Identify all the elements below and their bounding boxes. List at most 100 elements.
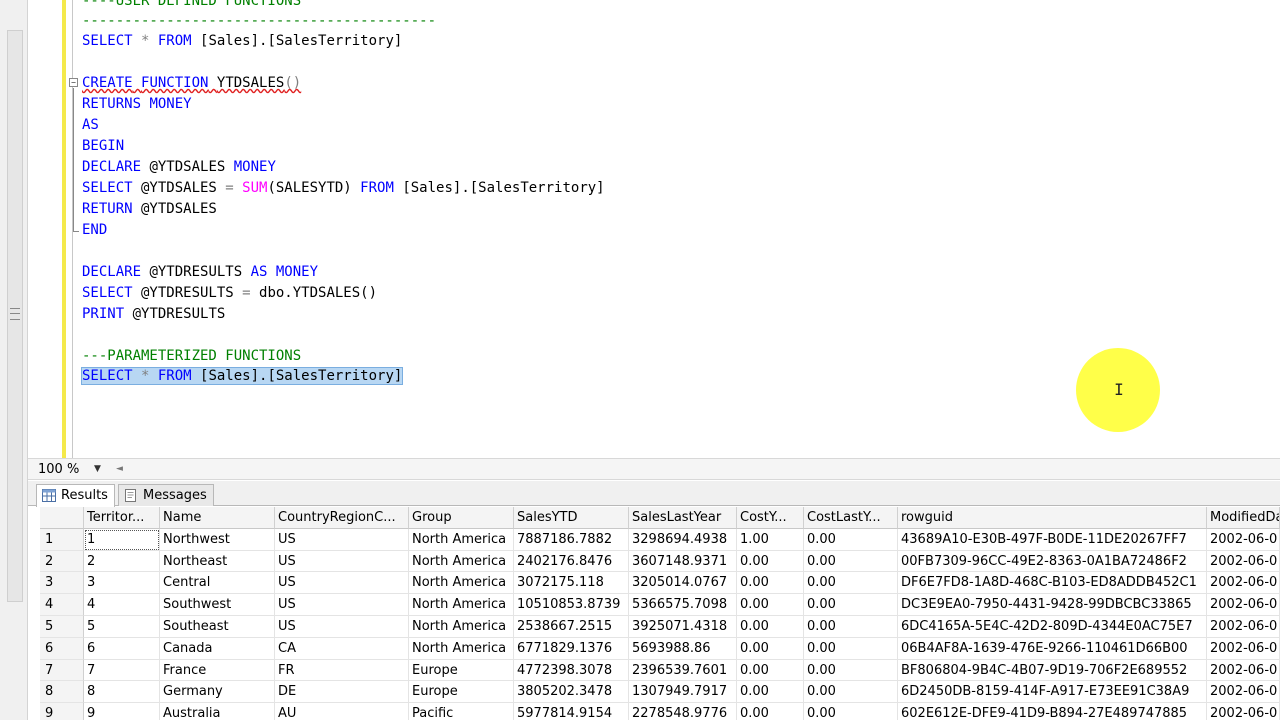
- table-cell[interactable]: 3: [84, 572, 160, 595]
- table-cell[interactable]: 3925071.4318: [629, 616, 737, 638]
- table-cell[interactable]: 5366575.7098: [629, 594, 737, 616]
- table-cell[interactable]: 5977814.9154: [514, 703, 629, 720]
- table-cell[interactable]: Canada: [160, 637, 275, 660]
- table-cell[interactable]: 3205014.0767: [629, 572, 737, 595]
- row-number[interactable]: 5: [40, 616, 84, 638]
- table-cell[interactable]: Central: [160, 572, 275, 595]
- table-cell[interactable]: 0.00: [737, 572, 804, 595]
- table-cell[interactable]: BF806804-9B4C-4B07-9D19-706F2E689552: [898, 659, 1207, 682]
- table-cell[interactable]: 4: [84, 594, 160, 616]
- table-cell[interactable]: 5: [84, 616, 160, 638]
- table-cell[interactable]: 6: [84, 637, 160, 660]
- table-cell[interactable]: 0.00: [737, 637, 804, 660]
- row-number[interactable]: 3: [40, 572, 84, 595]
- scroll-left-icon[interactable]: ◄: [116, 461, 123, 478]
- table-cell[interactable]: Northeast: [160, 550, 275, 573]
- column-header[interactable]: CostY...: [737, 507, 804, 529]
- table-cell[interactable]: 6DC4165A-5E4C-42D2-809D-4344E0AC75E7: [898, 616, 1207, 638]
- table-cell[interactable]: CA: [275, 637, 409, 660]
- column-header[interactable]: rowguid: [898, 507, 1207, 529]
- table-cell[interactable]: US: [275, 616, 409, 638]
- table-cell[interactable]: 6D2450DB-8159-414F-A917-E73EE91C38A9: [898, 681, 1207, 704]
- table-cell[interactable]: 7: [84, 659, 160, 682]
- table-cell[interactable]: Southeast: [160, 616, 275, 638]
- table-cell[interactable]: North America: [409, 550, 514, 573]
- table-cell[interactable]: 0.00: [737, 616, 804, 638]
- column-header[interactable]: CostLastY...: [804, 507, 898, 529]
- table-cell[interactable]: 0.00: [804, 594, 898, 616]
- table-cell[interactable]: Australia: [160, 703, 275, 720]
- table-cell[interactable]: 2002-06-0: [1207, 572, 1280, 595]
- scrollbar-grip-icon[interactable]: [10, 308, 20, 320]
- table-row[interactable]: 5 5 Southeast US North America 2538667.2515 39…: [40, 616, 1280, 638]
- table-row[interactable]: 4 4 Southwest US North America 10510853.8739 5…: [40, 594, 1280, 616]
- row-number[interactable]: 6: [40, 637, 84, 660]
- table-cell[interactable]: 3805202.3478: [514, 681, 629, 704]
- table-cell[interactable]: 0.00: [804, 681, 898, 704]
- table-cell[interactable]: 2278548.9776: [629, 703, 737, 720]
- table-cell[interactable]: 0.00: [804, 637, 898, 660]
- table-row[interactable]: 7 7 France FR Europe 4772398.3078 2396539.7601…: [40, 659, 1280, 682]
- table-cell[interactable]: Germany: [160, 681, 275, 704]
- table-row[interactable]: 1 1 Northwest US North America 7887186.7882 32…: [40, 528, 1280, 551]
- results-grid[interactable]: Territor... Name CountryRegionC... Group…: [40, 507, 1280, 720]
- table-cell[interactable]: 2002-06-0: [1207, 637, 1280, 660]
- table-cell[interactable]: 0.00: [804, 550, 898, 573]
- table-cell[interactable]: Europe: [409, 659, 514, 682]
- table-cell[interactable]: FR: [275, 659, 409, 682]
- table-cell[interactable]: 0.00: [804, 528, 898, 551]
- table-row[interactable]: 2 2 Northeast US North America 2402176.8476 36…: [40, 550, 1280, 573]
- table-cell[interactable]: 3072175.118: [514, 572, 629, 595]
- table-cell[interactable]: 0.00: [804, 616, 898, 638]
- table-row[interactable]: 8 8 Germany DE Europe 3805202.3478 1307949.791…: [40, 681, 1280, 704]
- row-number[interactable]: 4: [40, 594, 84, 616]
- collapse-toggle-icon[interactable]: −: [69, 78, 78, 87]
- table-cell[interactable]: 2: [84, 550, 160, 573]
- table-cell[interactable]: North America: [409, 637, 514, 660]
- table-cell[interactable]: 3607148.9371: [629, 550, 737, 573]
- table-cell[interactable]: 0.00: [737, 550, 804, 573]
- table-cell[interactable]: Europe: [409, 681, 514, 704]
- row-number[interactable]: 2: [40, 550, 84, 573]
- table-cell[interactable]: 2402176.8476: [514, 550, 629, 573]
- table-cell[interactable]: 2002-06-0: [1207, 703, 1280, 720]
- chevron-down-icon[interactable]: ▼: [94, 461, 101, 478]
- table-cell[interactable]: 2002-06-0: [1207, 681, 1280, 704]
- table-row[interactable]: 6 6 Canada CA North America 6771829.1376 56939…: [40, 637, 1280, 660]
- column-header[interactable]: CountryRegionC...: [275, 507, 409, 529]
- column-header[interactable]: SalesLastYear: [629, 507, 737, 529]
- table-cell[interactable]: 2002-06-0: [1207, 659, 1280, 682]
- table-cell[interactable]: 8: [84, 681, 160, 704]
- column-header[interactable]: Name: [160, 507, 275, 529]
- table-row[interactable]: 9 9 Australia AU Pacific 5977814.9154 2278548.…: [40, 703, 1280, 720]
- table-cell[interactable]: 0.00: [804, 659, 898, 682]
- tab-messages[interactable]: Messages: [118, 484, 214, 506]
- table-cell[interactable]: 602E612E-DFE9-41D9-B894-27E489747885: [898, 703, 1207, 720]
- table-cell[interactable]: 2538667.2515: [514, 616, 629, 638]
- table-cell[interactable]: 9: [84, 703, 160, 720]
- row-number-header[interactable]: [40, 507, 84, 529]
- table-cell[interactable]: 2002-06-0: [1207, 594, 1280, 616]
- row-number[interactable]: 8: [40, 681, 84, 704]
- table-cell[interactable]: DF6E7FD8-1A8D-468C-B103-ED8ADDB452C1: [898, 572, 1207, 595]
- table-cell[interactable]: 43689A10-E30B-497F-B0DE-11DE20267FF7: [898, 528, 1207, 551]
- table-cell[interactable]: 0.00: [804, 572, 898, 595]
- table-cell[interactable]: 5693988.86: [629, 637, 737, 660]
- table-cell[interactable]: 00FB7309-96CC-49E2-8363-0A1BA72486F2: [898, 550, 1207, 573]
- column-header[interactable]: ModifiedDa: [1207, 507, 1280, 529]
- table-cell[interactable]: US: [275, 572, 409, 595]
- table-cell[interactable]: North America: [409, 616, 514, 638]
- tab-results[interactable]: Results: [36, 484, 115, 507]
- table-cell[interactable]: AU: [275, 703, 409, 720]
- column-header[interactable]: SalesYTD: [514, 507, 629, 529]
- table-cell[interactable]: US: [275, 594, 409, 616]
- table-cell[interactable]: DC3E9EA0-7950-4431-9428-99DBCBC33865: [898, 594, 1207, 616]
- table-cell[interactable]: 0.00: [737, 703, 804, 720]
- table-cell[interactable]: US: [275, 528, 409, 551]
- table-cell[interactable]: North America: [409, 594, 514, 616]
- table-cell[interactable]: 6771829.1376: [514, 637, 629, 660]
- table-cell[interactable]: 0.00: [737, 594, 804, 616]
- table-cell[interactable]: North America: [409, 528, 514, 551]
- table-cell[interactable]: 3298694.4938: [629, 528, 737, 551]
- column-header[interactable]: Territor...: [84, 507, 160, 529]
